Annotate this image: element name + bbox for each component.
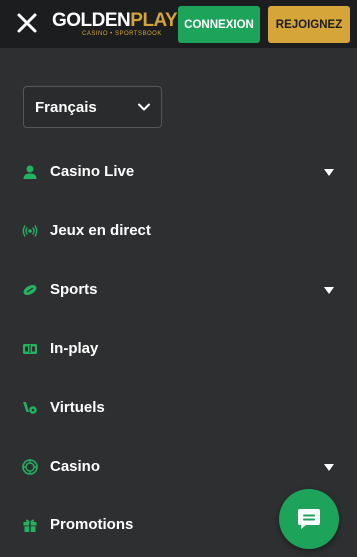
menu-item-sports[interactable]: Sports — [0, 270, 357, 310]
menu-item-label: Jeux en direct — [50, 222, 151, 239]
top-bar: GOLDENPLAY CASINO • SPORTSBOOK CONNEXION… — [0, 0, 357, 48]
gift-icon — [23, 519, 37, 532]
caret-down-icon[interactable] — [324, 464, 334, 471]
menu-item-casino-live[interactable]: Casino Live — [0, 152, 357, 192]
user-icon — [23, 165, 37, 179]
menu-item-casino[interactable]: Casino — [0, 447, 357, 487]
chat-icon — [298, 509, 320, 529]
scoreboard-icon — [23, 344, 37, 354]
menu-item-virtuels[interactable]: Virtuels — [0, 388, 357, 428]
menu-item-label: Virtuels — [50, 399, 105, 416]
language-select[interactable]: Français — [23, 86, 162, 128]
language-selected: Français — [35, 99, 97, 116]
broadcast-icon — [22, 225, 38, 237]
rejoignez-button[interactable]: REJOIGNEZ — [268, 6, 350, 43]
ball-icon — [23, 284, 37, 296]
caret-down-icon[interactable] — [324, 287, 334, 294]
close-icon[interactable] — [16, 12, 38, 34]
menu-item-label: Promotions — [50, 516, 134, 533]
logo-text: GOLDENPLAY — [52, 10, 178, 31]
chevron-down-icon — [138, 103, 150, 111]
menu-item-jeux-en-direct[interactable]: Jeux en direct — [0, 211, 357, 251]
menu-item-label: In-play — [50, 340, 99, 357]
logo-tagline: CASINO • SPORTSBOOK — [82, 31, 162, 37]
menu-item-in-play[interactable]: In-play — [0, 329, 357, 369]
chip-icon — [22, 459, 38, 475]
menu-item-label: Casino Live — [50, 163, 135, 180]
chat-button[interactable] — [279, 489, 339, 549]
connexion-button[interactable]: CONNEXION — [178, 6, 260, 43]
caret-down-icon[interactable] — [324, 169, 334, 176]
goldenplay-logo[interactable]: GOLDENPLAY CASINO • SPORTSBOOK — [52, 10, 180, 40]
menu-item-label: Sports — [50, 281, 98, 298]
menu-item-label: Casino — [50, 458, 101, 475]
virtual-sport-icon — [23, 402, 37, 414]
